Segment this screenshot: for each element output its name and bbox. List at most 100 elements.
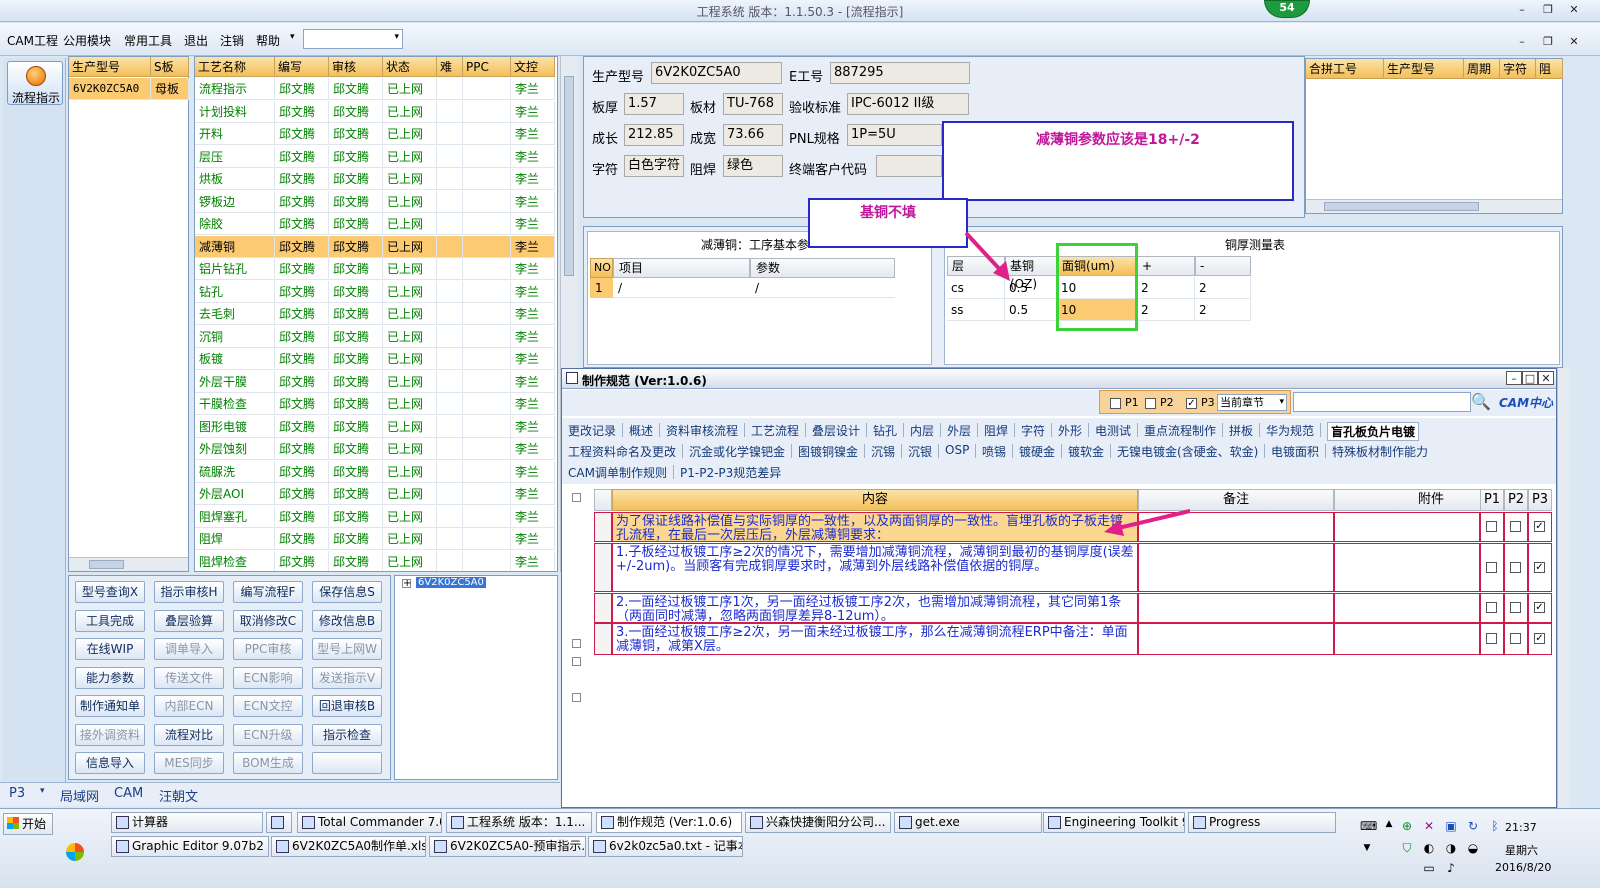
- table-cell[interactable]: 沉铜: [195, 325, 275, 348]
- tray-refresh-icon[interactable]: ↻: [1466, 819, 1480, 833]
- table-cell[interactable]: [437, 460, 463, 483]
- col-header[interactable]: PPC: [463, 57, 511, 77]
- table-cell[interactable]: [463, 168, 511, 190]
- table-cell[interactable]: 流程指示: [195, 78, 275, 100]
- table-cell[interactable]: 李兰: [511, 280, 555, 303]
- spec-tab[interactable]: OSP: [945, 443, 969, 457]
- model-cell[interactable]: 6V2K0ZC5A0: [69, 78, 151, 100]
- col-header-sboard[interactable]: S板: [151, 57, 189, 77]
- tray-icon[interactable]: ◐: [1422, 841, 1436, 855]
- table-cell[interactable]: [437, 505, 463, 528]
- col-header[interactable]: 状态: [383, 57, 437, 77]
- table-cell[interactable]: [437, 393, 463, 415]
- spec-tab[interactable]: P1-P2-P3规范差异: [680, 464, 781, 481]
- spec-checkbox[interactable]: [1486, 602, 1497, 613]
- table-cell[interactable]: 外层干膜: [195, 370, 275, 393]
- col-header[interactable]: 工艺名称: [195, 57, 275, 77]
- menu-cam[interactable]: CAM工程: [7, 32, 58, 49]
- table-cell[interactable]: [463, 483, 511, 505]
- table-cell[interactable]: 已上网: [383, 123, 437, 145]
- mdi-close-icon[interactable]: ✕: [1566, 35, 1582, 49]
- mdi-minimize-icon[interactable]: –: [1514, 35, 1530, 49]
- table-cell[interactable]: 邱文腾: [275, 460, 329, 483]
- table-cell[interactable]: 李兰: [511, 505, 555, 528]
- param-no-cell[interactable]: 1: [590, 278, 613, 298]
- tray-network-icon[interactable]: ▣: [1444, 819, 1458, 833]
- menu-help[interactable]: 帮助: [256, 32, 280, 49]
- table-cell[interactable]: 邱文腾: [275, 235, 329, 258]
- table-cell[interactable]: 已上网: [383, 78, 437, 100]
- spec-content-cell[interactable]: 3.一面经过板镀工序≥2次，另一面未经过板镀工序，那么在减薄铜流程ERP中备注：…: [612, 623, 1138, 655]
- spec-tab[interactable]: 外形: [1058, 422, 1082, 439]
- function-button[interactable]: 在线WIP: [75, 638, 145, 660]
- col-header[interactable]: +: [1137, 256, 1195, 276]
- table-cell[interactable]: [463, 235, 511, 258]
- table-cell[interactable]: 邱文腾: [275, 190, 329, 213]
- table-cell[interactable]: 邱文腾: [329, 325, 383, 348]
- spec-checkbox[interactable]: ✓: [1534, 561, 1545, 573]
- menu-common[interactable]: 公用模块: [63, 32, 111, 49]
- tray-icon[interactable]: ◑: [1444, 841, 1458, 855]
- table-cell[interactable]: 外层AOI: [195, 483, 275, 505]
- chapter-select[interactable]: 当前章节 ▾: [1217, 394, 1287, 411]
- tab-cam[interactable]: CAM: [114, 786, 143, 801]
- shield-icon[interactable]: ⛉: [1400, 841, 1414, 855]
- spec-tab[interactable]: 资料审核流程: [666, 422, 738, 439]
- tree-node[interactable]: 6V2K0ZC5A0: [416, 577, 486, 588]
- table-cell[interactable]: 烘板: [195, 168, 275, 190]
- spec-checkbox[interactable]: [1486, 633, 1497, 644]
- spec-content-cell[interactable]: 1.子板经过板镀工序≥2次的情况下，需要增加减薄铜流程，减薄铜到最初的基铜厚度(…: [612, 543, 1138, 592]
- flow-indicator-button[interactable]: 流程指示: [7, 61, 63, 105]
- spec-tab[interactable]: 重点流程制作: [1144, 422, 1216, 439]
- table-cell[interactable]: 层压: [195, 145, 275, 168]
- col-header[interactable]: 难: [437, 57, 463, 77]
- table-cell[interactable]: [437, 168, 463, 190]
- table-cell[interactable]: 邱文腾: [275, 483, 329, 505]
- table-cell[interactable]: [463, 123, 511, 145]
- table-cell[interactable]: 李兰: [511, 550, 555, 571]
- spec-attachment-cell[interactable]: [1334, 623, 1480, 655]
- table-cell[interactable]: 外层蚀刻: [195, 438, 275, 460]
- spec-tab[interactable]: 电测试: [1095, 422, 1131, 439]
- function-button[interactable]: PPC审核: [233, 638, 303, 660]
- table-cell[interactable]: 邱文腾: [329, 100, 383, 123]
- scroll-thumb[interactable]: [564, 76, 574, 276]
- table-cell[interactable]: [437, 78, 463, 100]
- table-cell[interactable]: [437, 145, 463, 168]
- minimize-icon[interactable]: –: [1506, 371, 1522, 385]
- function-button[interactable]: 信息导入: [75, 752, 145, 774]
- table-cell[interactable]: 去毛刺: [195, 303, 275, 325]
- function-button[interactable]: ECN文控: [233, 695, 303, 717]
- table-cell[interactable]: 除胶: [195, 213, 275, 235]
- table-cell[interactable]: 已上网: [383, 438, 437, 460]
- table-cell[interactable]: 李兰: [511, 438, 555, 460]
- keyboard-icon[interactable]: ⌨: [1360, 819, 1377, 833]
- table-cell[interactable]: 邱文腾: [275, 78, 329, 100]
- function-button[interactable]: 回退审核B: [312, 695, 382, 717]
- tray-icon[interactable]: ▭: [1422, 861, 1436, 875]
- spec-tab[interactable]: 图镀铜镍金: [798, 443, 858, 460]
- table-cell[interactable]: 已上网: [383, 325, 437, 348]
- chevron-down-icon[interactable]: ▾: [394, 32, 399, 42]
- spec-checkbox[interactable]: ✓: [1534, 521, 1545, 532]
- table-cell[interactable]: 邱文腾: [275, 303, 329, 325]
- volume-icon[interactable]: ♪: [1444, 861, 1458, 875]
- table-cell[interactable]: 图形电镀: [195, 415, 275, 438]
- table-cell[interactable]: 已上网: [383, 483, 437, 505]
- table-cell[interactable]: 已上网: [383, 280, 437, 303]
- spec-content-cell[interactable]: 为了保证线路补偿值与实际铜厚的一致性，以及两面铜厚的一致性。盲埋孔板的子板走镀孔…: [612, 512, 1138, 542]
- function-button[interactable]: 叠层验算: [154, 609, 224, 632]
- spec-checkbox[interactable]: [1510, 633, 1521, 644]
- table-cell[interactable]: 邱文腾: [329, 550, 383, 571]
- col-header[interactable]: 审核: [329, 57, 383, 77]
- table-cell[interactable]: 已上网: [383, 393, 437, 415]
- close-icon[interactable]: ✕: [1566, 3, 1582, 17]
- param-value-cell[interactable]: /: [750, 278, 895, 298]
- table-cell[interactable]: [437, 325, 463, 348]
- expand-icon[interactable]: +: [402, 579, 411, 589]
- tray-icon[interactable]: ◒: [1466, 841, 1480, 855]
- table-cell[interactable]: [463, 393, 511, 415]
- e-number-field[interactable]: 887295: [830, 62, 970, 84]
- table-cell[interactable]: [463, 303, 511, 325]
- table-cell[interactable]: [437, 213, 463, 235]
